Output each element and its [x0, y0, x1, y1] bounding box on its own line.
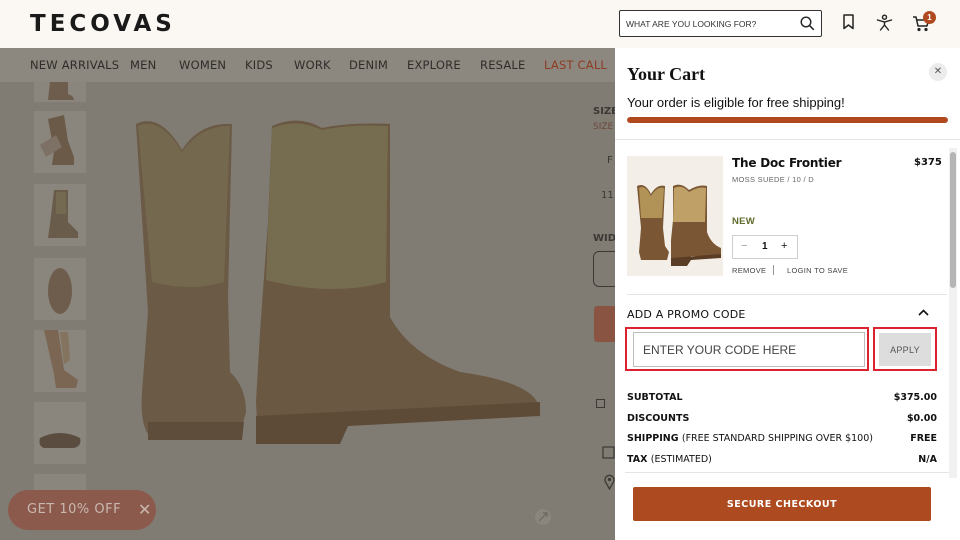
size-option[interactable]: F	[607, 155, 613, 166]
remove-item-link[interactable]: REMOVE	[732, 266, 766, 275]
product-main-image[interactable]	[100, 82, 580, 540]
location-icon	[604, 474, 615, 495]
free-shipping-message: Your order is eligible for free shipping…	[627, 95, 845, 110]
close-cart-button[interactable]: ✕	[929, 63, 947, 81]
shipping-progress-fill	[627, 117, 948, 123]
divider	[625, 472, 949, 473]
option-checkbox[interactable]	[596, 399, 605, 408]
discount-popup-pill[interactable]: GET 10% OFF ✕	[8, 490, 156, 530]
discount-popup-label: GET 10% OFF	[27, 502, 122, 517]
quantity-increase-button[interactable]: +	[781, 240, 787, 252]
promo-code-field-wrapper	[625, 327, 869, 371]
package-icon	[602, 446, 615, 464]
shipping-label: SHIPPING	[627, 433, 679, 444]
login-to-save-link[interactable]: LOGIN TO SAVE	[787, 266, 848, 275]
promo-code-heading[interactable]: ADD A PROMO CODE	[627, 308, 746, 321]
size-guide-link[interactable]: SIZE	[593, 122, 613, 132]
shipping-label-group: SHIPPING (FREE STANDARD SHIPPING OVER $1…	[627, 433, 873, 444]
search-icon[interactable]	[800, 16, 815, 36]
nav-item-new-arrivals[interactable]: NEW ARRIVALS	[30, 58, 119, 72]
new-badge: NEW	[732, 216, 756, 227]
shipping-progress-bar	[627, 117, 948, 123]
account-icon[interactable]	[876, 14, 893, 36]
secure-checkout-button[interactable]: SECURE CHECKOUT	[633, 487, 931, 521]
bookmark-icon[interactable]	[842, 14, 855, 35]
product-thumbnail[interactable]	[34, 111, 86, 173]
product-thumbnail[interactable]	[34, 184, 86, 246]
nav-item-kids[interactable]: KIDS	[245, 58, 273, 72]
product-thumbnail[interactable]	[34, 258, 86, 320]
brand-logo[interactable]: TECOVAS	[30, 11, 176, 37]
divider	[627, 294, 947, 295]
search-box[interactable]	[619, 10, 822, 37]
site-header: TECOVAS 1	[0, 0, 960, 48]
apply-promo-button[interactable]: APPLY	[879, 333, 931, 366]
discounts-value: $0.00	[906, 413, 937, 424]
discounts-label: DISCOUNTS	[627, 413, 690, 424]
nav-item-explore[interactable]: EXPLORE	[407, 58, 461, 72]
quantity-value: 1	[762, 241, 768, 252]
nav-item-resale[interactable]: RESALE	[480, 58, 526, 72]
apply-button-wrapper: APPLY	[873, 327, 937, 371]
nav-item-women[interactable]: WOMEN	[179, 58, 226, 72]
divider	[615, 139, 960, 140]
subtotal-value: $375.00	[893, 392, 937, 403]
product-thumbnail[interactable]	[34, 82, 86, 102]
tax-value: N/A	[918, 454, 937, 465]
quantity-stepper: − 1 +	[732, 235, 798, 259]
link-separator	[773, 265, 774, 275]
cart-item-variant: MOSS SUEDE / 10 / D	[732, 175, 814, 184]
scrollbar-thumb[interactable]	[950, 152, 956, 288]
cart-drawer: Your Cart ✕ Your order is eligible for f…	[615, 48, 960, 540]
search-input[interactable]	[620, 11, 790, 36]
cart-title: Your Cart	[627, 64, 706, 84]
cart-item-image[interactable]	[627, 156, 723, 276]
nav-item-work[interactable]: WORK	[294, 58, 331, 72]
width-option[interactable]	[593, 251, 615, 287]
close-icon: ✕	[933, 66, 943, 77]
zoom-icon[interactable]	[534, 508, 552, 531]
quantity-decrease-button[interactable]: −	[741, 240, 747, 252]
tax-note: (ESTIMATED)	[650, 454, 712, 465]
tax-label: TAX	[627, 454, 648, 465]
cart-item-name[interactable]: The Doc Frontier	[732, 156, 842, 170]
nav-item-last-call[interactable]: LAST CALL	[544, 58, 607, 72]
shipping-note: (FREE STANDARD SHIPPING OVER $100)	[681, 433, 873, 444]
product-thumbnail[interactable]	[34, 330, 86, 392]
main-nav: NEW ARRIVALS MEN WOMEN KIDS WORK DENIM E…	[0, 48, 615, 82]
nav-item-men[interactable]: MEN	[130, 58, 156, 72]
cart-count-badge: 1	[923, 11, 936, 24]
product-thumbnail[interactable]	[34, 402, 86, 464]
add-to-cart-button[interactable]	[594, 306, 615, 342]
subtotal-label: SUBTOTAL	[627, 392, 683, 403]
cart-item-price: $375	[914, 157, 942, 168]
shipping-value: FREE	[910, 433, 937, 444]
promo-code-input[interactable]	[633, 332, 865, 367]
close-icon[interactable]: ✕	[138, 500, 151, 520]
nav-item-denim[interactable]: DENIM	[349, 58, 388, 72]
chevron-up-icon[interactable]	[917, 306, 930, 324]
tax-label-group: TAX (ESTIMATED)	[627, 454, 712, 465]
